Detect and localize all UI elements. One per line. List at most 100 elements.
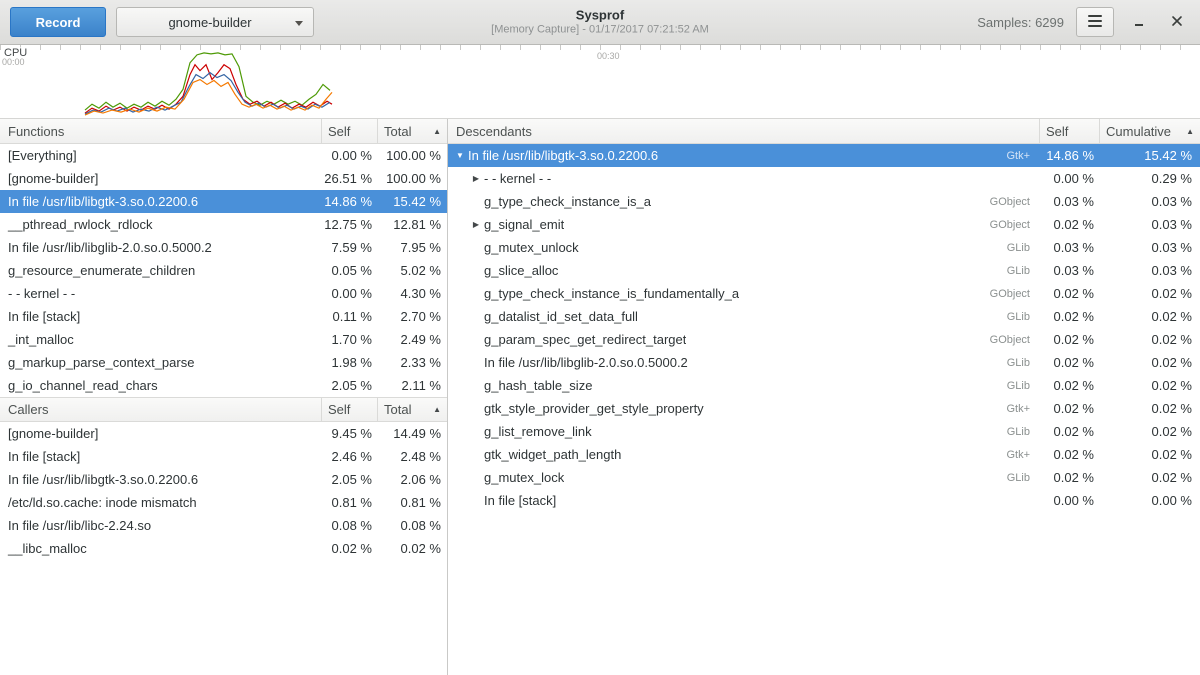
tree-row[interactable]: In file /usr/lib/libglib-2.0.so.0.5000.2… (448, 351, 1200, 374)
expander-icon[interactable]: ▼ (452, 151, 468, 160)
function-name: gtk_widget_path_length (484, 447, 621, 462)
table-row[interactable]: In file [stack]0.11 %2.70 % (0, 305, 447, 328)
callers-column-header[interactable]: Callers (0, 398, 322, 421)
descendants-column-header[interactable]: Descendants (448, 119, 1040, 143)
cumulative-percent: 0.00 % (1100, 493, 1200, 508)
tree-row[interactable]: g_param_spec_get_redirect_targetGObject0… (448, 328, 1200, 351)
table-row[interactable]: [Everything]0.00 %100.00 % (0, 144, 447, 167)
table-row[interactable]: [gnome-builder]9.45 %14.49 % (0, 422, 447, 445)
cumulative-percent: 0.29 % (1100, 171, 1200, 186)
self-percent: 0.08 % (322, 518, 378, 533)
process-selector-button[interactable]: gnome-builder (116, 7, 314, 37)
self-percent: 2.46 % (322, 449, 378, 464)
cumulative-percent: 0.03 % (1100, 263, 1200, 278)
table-row[interactable]: g_markup_parse_context_parse1.98 %2.33 % (0, 351, 447, 374)
function-name: In file /usr/lib/libgtk-3.so.0.2200.6 (0, 472, 322, 487)
self-percent: 0.02 % (1040, 470, 1100, 485)
expander-icon[interactable]: ▶ (468, 174, 484, 183)
table-row[interactable]: In file [stack]2.46 %2.48 % (0, 445, 447, 468)
table-row[interactable]: In file /usr/lib/libgtk-3.so.0.2200.614.… (0, 190, 447, 213)
tree-row[interactable]: gtk_widget_path_lengthGtk+0.02 %0.02 % (448, 443, 1200, 466)
table-row[interactable]: - - kernel - -0.00 %4.30 % (0, 282, 447, 305)
tree-row[interactable]: g_mutex_unlockGLib0.03 %0.03 % (448, 236, 1200, 259)
callers-total-column-header[interactable]: Total ▲ (378, 398, 447, 421)
table-row[interactable]: _int_malloc1.70 %2.49 % (0, 328, 447, 351)
expander-icon[interactable]: ▶ (468, 220, 484, 229)
self-percent: 14.86 % (322, 194, 378, 209)
cpu-graph[interactable]: CPU 00:00 00:30 (0, 45, 1200, 119)
table-row[interactable]: g_resource_enumerate_children0.05 %5.02 … (0, 259, 447, 282)
self-percent: 1.70 % (322, 332, 378, 347)
total-percent: 0.81 % (378, 495, 447, 510)
process-selector-label: gnome-builder (129, 15, 291, 30)
tree-row[interactable]: g_mutex_lockGLib0.02 %0.02 % (448, 466, 1200, 489)
function-name: gtk_style_provider_get_style_property (484, 401, 704, 416)
tree-row[interactable]: g_type_check_instance_is_fundamentally_a… (448, 282, 1200, 305)
descendants-cumulative-label: Cumulative (1106, 124, 1171, 139)
table-row[interactable]: In file /usr/lib/libglib-2.0.so.0.5000.2… (0, 236, 447, 259)
function-name: g_param_spec_get_redirect_target (484, 332, 686, 347)
menu-button[interactable] (1076, 7, 1114, 37)
tree-row[interactable]: g_list_remove_linkGLib0.02 %0.02 % (448, 420, 1200, 443)
self-percent: 0.02 % (1040, 332, 1100, 347)
cumulative-percent: 0.02 % (1100, 401, 1200, 416)
headerbar-right: Samples: 6299 (977, 7, 1190, 37)
tree-row[interactable]: ▶- - kernel - -0.00 %0.29 % (448, 167, 1200, 190)
descendants-table: ▼In file /usr/lib/libgtk-3.so.0.2200.6Gt… (448, 144, 1200, 512)
category-badge: GObject (990, 288, 1040, 300)
tree-row[interactable]: g_hash_table_sizeGLib0.02 %0.02 % (448, 374, 1200, 397)
descendants-cumulative-column-header[interactable]: Cumulative ▲ (1100, 119, 1200, 143)
total-percent: 15.42 % (378, 194, 447, 209)
tree-row[interactable]: g_slice_allocGLib0.03 %0.03 % (448, 259, 1200, 282)
table-row[interactable]: g_io_channel_read_chars2.05 %2.11 % (0, 374, 447, 397)
table-row[interactable]: /etc/ld.so.cache: inode mismatch0.81 %0.… (0, 491, 447, 514)
tree-row[interactable]: gtk_style_provider_get_style_propertyGtk… (448, 397, 1200, 420)
total-percent: 5.02 % (378, 263, 447, 278)
cumulative-percent: 0.02 % (1100, 286, 1200, 301)
function-name: In file [stack] (0, 309, 322, 324)
self-percent: 0.00 % (1040, 171, 1100, 186)
table-row[interactable]: __libc_malloc0.02 %0.02 % (0, 537, 447, 560)
tree-row[interactable]: In file [stack]0.00 %0.00 % (448, 489, 1200, 512)
callers-self-column-header[interactable]: Self (322, 398, 378, 421)
function-name: g_slice_alloc (484, 263, 558, 278)
self-percent: 0.00 % (1040, 493, 1100, 508)
category-badge: GLib (1007, 242, 1040, 254)
close-button[interactable] (1164, 9, 1190, 35)
table-row[interactable]: __pthread_rwlock_rdlock12.75 %12.81 % (0, 213, 447, 236)
tree-row[interactable]: ▼In file /usr/lib/libgtk-3.so.0.2200.6Gt… (448, 144, 1200, 167)
record-button[interactable]: Record (10, 7, 106, 37)
self-percent: 0.03 % (1040, 240, 1100, 255)
self-percent: 0.03 % (1040, 263, 1100, 278)
callers-total-label: Total (384, 402, 411, 417)
tree-row[interactable]: g_type_check_instance_is_aGObject0.03 %0… (448, 190, 1200, 213)
table-row[interactable]: In file /usr/lib/libc-2.24.so0.08 %0.08 … (0, 514, 447, 537)
cumulative-percent: 0.03 % (1100, 240, 1200, 255)
function-name: g_markup_parse_context_parse (0, 355, 322, 370)
total-percent: 100.00 % (378, 171, 447, 186)
cumulative-percent: 0.02 % (1100, 470, 1200, 485)
table-row[interactable]: [gnome-builder]26.51 %100.00 % (0, 167, 447, 190)
cumulative-percent: 0.02 % (1100, 309, 1200, 324)
self-percent: 0.02 % (1040, 217, 1100, 232)
function-name: g_resource_enumerate_children (0, 263, 322, 278)
descendants-self-column-header[interactable]: Self (1040, 119, 1100, 143)
cumulative-percent: 0.02 % (1100, 378, 1200, 393)
function-name: _int_malloc (0, 332, 322, 347)
minimize-button[interactable] (1126, 9, 1152, 35)
functions-table: [Everything]0.00 %100.00 %[gnome-builder… (0, 144, 447, 397)
function-name: __pthread_rwlock_rdlock (0, 217, 322, 232)
functions-total-column-header[interactable]: Total ▲ (378, 119, 447, 143)
function-name: g_datalist_id_set_data_full (484, 309, 638, 324)
functions-column-header[interactable]: Functions (0, 119, 322, 143)
self-percent: 0.11 % (322, 309, 378, 324)
total-percent: 7.95 % (378, 240, 447, 255)
function-name: [gnome-builder] (0, 171, 322, 186)
tree-row[interactable]: g_datalist_id_set_data_fullGLib0.02 %0.0… (448, 305, 1200, 328)
table-row[interactable]: In file /usr/lib/libgtk-3.so.0.2200.62.0… (0, 468, 447, 491)
function-name: g_mutex_lock (484, 470, 564, 485)
total-percent: 4.30 % (378, 286, 447, 301)
total-percent: 0.02 % (378, 541, 447, 556)
functions-self-column-header[interactable]: Self (322, 119, 378, 143)
tree-row[interactable]: ▶g_signal_emitGObject0.02 %0.03 % (448, 213, 1200, 236)
